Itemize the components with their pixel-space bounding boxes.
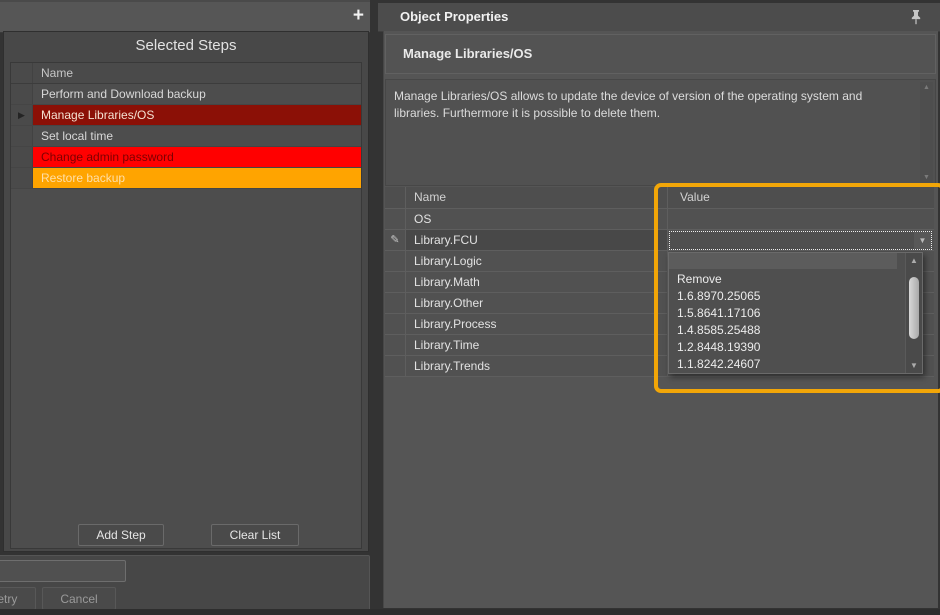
property-value[interactable] xyxy=(668,209,934,229)
dropdown-item[interactable]: Remove xyxy=(669,271,897,288)
dropdown-item[interactable]: 1.5.8641.17106 xyxy=(669,305,897,322)
add-icon[interactable]: + xyxy=(353,5,364,27)
step-row[interactable]: Perform and Download backup xyxy=(11,84,361,105)
retry-button[interactable]: Retry xyxy=(0,587,36,610)
step-row-warning[interactable]: Restore backup xyxy=(11,168,361,189)
properties-table-header: Name Value xyxy=(385,187,934,209)
clear-list-button[interactable]: Clear List xyxy=(211,524,299,546)
pin-icon[interactable] xyxy=(910,10,922,25)
selected-object-name: Manage Libraries/OS xyxy=(403,46,532,61)
description-scrollbar[interactable]: ▲ ▼ xyxy=(920,82,933,183)
object-description-box: Manage Libraries/OS allows to update the… xyxy=(385,79,936,186)
row-indicator-gutter xyxy=(11,84,33,104)
step-row-error[interactable]: Change admin password xyxy=(11,147,361,168)
value-column-header: Value xyxy=(668,187,934,208)
object-description-text: Manage Libraries/OS allows to update the… xyxy=(394,88,909,122)
selected-steps-panel: Selected Steps Name Perform and Download… xyxy=(3,31,369,552)
value-combobox[interactable]: ▼ xyxy=(669,231,932,250)
property-name[interactable]: Library.FCU xyxy=(406,230,668,250)
dropdown-item[interactable]: 1.4.8585.25488 xyxy=(669,322,897,339)
step-row-selected[interactable]: ▶ Manage Libraries/OS xyxy=(11,105,361,126)
cancel-button[interactable]: Cancel xyxy=(42,587,116,610)
dropdown-item[interactable]: 1.2.8448.19390 xyxy=(669,339,897,356)
pane-divider[interactable] xyxy=(370,0,378,615)
name-column-header: Name xyxy=(406,187,668,208)
row-indicator-gutter xyxy=(11,126,33,146)
property-name[interactable]: Library.Trends xyxy=(406,356,668,376)
scroll-down-icon[interactable]: ▼ xyxy=(920,174,933,181)
object-properties-titlebar: Object Properties xyxy=(378,3,940,32)
row-indicator-gutter xyxy=(11,63,33,83)
property-row-editing[interactable]: ✎ Library.FCU ▼ xyxy=(385,230,934,251)
current-row-marker-icon: ▶ xyxy=(11,105,33,125)
add-step-button[interactable]: Add Step xyxy=(78,524,164,546)
scrollbar-thumb[interactable] xyxy=(909,277,919,339)
selected-steps-title: Selected Steps xyxy=(4,37,368,54)
steps-grid-header: Name xyxy=(11,63,361,84)
property-name[interactable]: Library.Time xyxy=(406,335,668,355)
step-row[interactable]: Set local time xyxy=(11,126,361,147)
bottom-strip xyxy=(0,609,940,615)
selected-object-header: Manage Libraries/OS xyxy=(385,34,936,74)
scroll-up-icon[interactable]: ▲ xyxy=(920,84,933,91)
edit-marker-gutter xyxy=(385,187,406,208)
name-column-header: Name xyxy=(33,63,361,83)
steps-grid: Name Perform and Download backup ▶ Manag… xyxy=(10,62,362,549)
scroll-up-icon[interactable]: ▲ xyxy=(906,256,922,265)
scroll-down-icon[interactable]: ▼ xyxy=(906,361,922,370)
dropdown-item[interactable]: 1.1.8242.24607 xyxy=(669,356,897,373)
property-name[interactable]: Library.Process xyxy=(406,314,668,334)
dropdown-scrollbar[interactable]: ▲ ▼ xyxy=(905,253,922,373)
step-row-label[interactable]: Change admin password xyxy=(33,147,361,167)
edit-marker-icon: ✎ xyxy=(385,230,406,250)
footer-text-input[interactable] xyxy=(0,560,126,582)
property-row[interactable]: OS xyxy=(385,209,934,230)
property-name[interactable]: Library.Math xyxy=(406,272,668,292)
combobox-dropdown-icon[interactable]: ▼ xyxy=(914,232,931,249)
left-toolbar: + xyxy=(0,0,372,33)
step-row-label[interactable]: Manage Libraries/OS xyxy=(33,105,361,125)
property-name[interactable]: Library.Other xyxy=(406,293,668,313)
row-indicator-gutter xyxy=(11,147,33,167)
step-row-label[interactable]: Restore backup xyxy=(33,168,361,188)
row-indicator-gutter xyxy=(11,168,33,188)
dropdown-item[interactable]: 1.6.8970.25065 xyxy=(669,288,897,305)
step-row-label[interactable]: Set local time xyxy=(33,126,361,146)
dropdown-item-empty[interactable] xyxy=(669,253,897,269)
property-name[interactable]: OS xyxy=(406,209,668,229)
property-name[interactable]: Library.Logic xyxy=(406,251,668,271)
step-row-label[interactable]: Perform and Download backup xyxy=(33,84,361,104)
object-properties-title: Object Properties xyxy=(400,9,508,24)
combobox-dropdown-list: Remove 1.6.8970.25065 1.5.8641.17106 1.4… xyxy=(668,252,923,374)
app-window: + Selected Steps Name Perform and Downlo… xyxy=(0,0,940,615)
